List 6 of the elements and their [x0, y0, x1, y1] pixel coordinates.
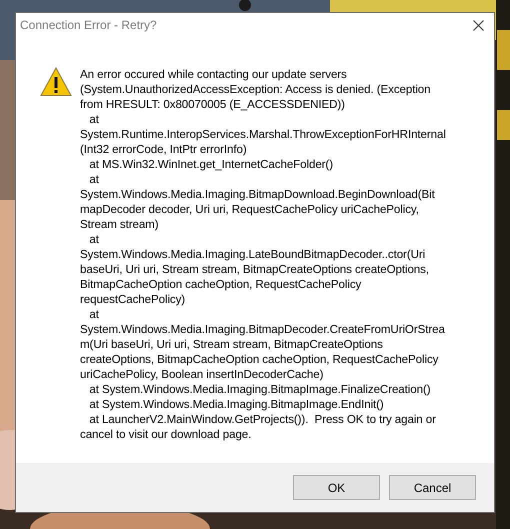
- window-title: Connection Error - Retry?: [20, 18, 157, 32]
- warning-icon: [40, 67, 72, 97]
- error-message: An error occured while contacting our update servers (System.UnauthorizedAccessException: Access is denied. (Exception from HRESULT: 0x80070005 (E_ACCESSDENIED)) at System.Runtime.InteropServices.Marshal.ThrowExceptionForHRInternal (Int32 errorCode, IntPtr errorInfo) at MS.Win32.WinInet.get_InternetCacheFolder() at System.Windows.Media.Imaging.BitmapDownload.BeginDownload(Bit mapDecoder decoder, Uri uri, RequestCachePolicy uriCachePolicy, Stream stream) at System.Windows.Media.Imaging.LateBoundBitmapDecoder..ctor(Uri baseUri, Uri uri, Stream stream, BitmapCreateOptions createOptions, BitmapCacheOption cacheOption, RequestCachePolicy requestCachePolicy) at System.Windows.Media.Imaging.BitmapDecoder.CreateFromUriOrStrea m(Uri baseUri, Uri uri, Stream stream, BitmapCreateOptions createOptions, BitmapCacheOption cacheOption, RequestCachePolicy uriCachePolicy, Boolean insertInDecoderCache) at System.Windows.Media.Imaging.BitmapImage.FinalizeCreation() at System.Windows.Media.Imaging.BitmapImage.EndInit() at LauncherV2.MainWindow.GetProjects()). Press OK to try again or cancel to visit our download page.: [80, 67, 446, 442]
- ok-button[interactable]: OK: [293, 475, 380, 500]
- close-icon[interactable]: [473, 20, 484, 30]
- cancel-button[interactable]: Cancel: [389, 475, 476, 500]
